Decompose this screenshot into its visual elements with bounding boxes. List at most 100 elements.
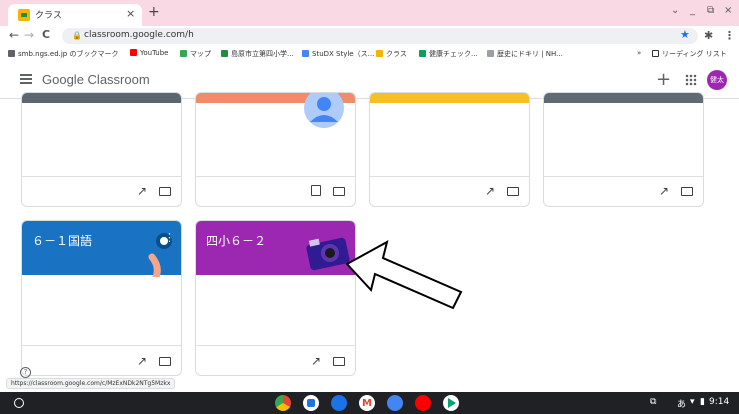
reload-button[interactable]: C [42, 28, 50, 41]
card-divider [196, 176, 355, 177]
bookmarks-bar: smb.ngs.ed.jp のブックマーク YouTube マップ 島原市立第四… [0, 46, 739, 62]
gmail-icon[interactable]: M [359, 395, 375, 411]
card-actions: ↗ [647, 184, 693, 198]
battery-icon[interactable]: ▮ [700, 397, 705, 407]
card-actions: ↗ [473, 184, 519, 198]
card-divider [22, 176, 181, 177]
help-icon[interactable]: ? [20, 367, 31, 378]
card-divider [196, 345, 355, 346]
class-card[interactable] [195, 92, 356, 207]
bookmark-item[interactable]: 健康チェック... [419, 49, 478, 59]
bookmark-item[interactable]: YouTube [130, 49, 168, 57]
bookmark-item[interactable]: 歴史にドキリ | NH... [487, 49, 563, 59]
add-class-icon[interactable]: + [656, 69, 671, 90]
class-card-japanese[interactable]: ６－１国語 ⋮ ↗ [21, 220, 182, 376]
trending-up-icon[interactable]: ↗ [311, 354, 321, 368]
youtube-icon[interactable] [415, 395, 431, 411]
folder-icon[interactable] [333, 357, 345, 366]
class-card-6-2[interactable]: 四小６－２ ↗ [195, 220, 356, 376]
classroom-icon [376, 50, 383, 57]
class-card-title[interactable]: ６－１国語 [32, 232, 92, 249]
card-divider [370, 176, 529, 177]
drop-icon [302, 50, 309, 57]
card-actions: ↗ [125, 354, 171, 368]
avatar[interactable]: 健太 [707, 70, 727, 90]
launcher-icon[interactable] [14, 398, 24, 408]
meet-icon[interactable] [303, 395, 319, 411]
youtube-icon [130, 49, 137, 56]
url-text: classroom.google.com/h [84, 30, 194, 40]
trending-up-icon[interactable]: ↗ [137, 184, 147, 198]
card-actions: ↗ [125, 184, 171, 198]
class-card-title[interactable]: 四小６－２ [206, 232, 266, 249]
browser-menu-icon[interactable]: ⋮ [724, 29, 735, 42]
banner-illustration-icon [148, 233, 172, 277]
forms-icon [419, 50, 426, 57]
tab-close-button[interactable]: × [126, 7, 135, 20]
bookmark-star-icon[interactable]: ★ [680, 28, 690, 41]
bookmark-item[interactable]: 島原市立第四小学... [221, 49, 294, 59]
address-bar[interactable]: 🔒 classroom.google.com/h ★ [62, 28, 698, 44]
browser-toolbar: ← → C 🔒 classroom.google.com/h ★ ✱ ⋮ [0, 26, 739, 46]
card-more-icon[interactable]: ⋮ [164, 231, 175, 244]
trending-up-icon[interactable]: ↗ [137, 354, 147, 368]
class-card-banner [544, 93, 703, 103]
tab-search-icon[interactable]: ⌄ [671, 5, 679, 16]
docs-icon[interactable] [387, 395, 403, 411]
folder-icon[interactable] [507, 187, 519, 196]
class-card[interactable]: ↗ [369, 92, 530, 207]
bookmarks-overflow-button[interactable]: » [637, 49, 641, 57]
os-shelf: M ⧉ あ ▾ ▮ 9:14 [0, 392, 739, 414]
pointer-arrow-icon [345, 240, 463, 310]
gradebook-icon[interactable] [311, 185, 321, 196]
folder-icon[interactable] [681, 187, 693, 196]
classroom-logo[interactable]: Google Classroom [42, 72, 150, 87]
folder-icon[interactable] [333, 187, 345, 196]
nhk-icon [487, 50, 494, 57]
reading-list-button[interactable]: リーディング リスト [652, 49, 727, 59]
card-actions: ↗ [299, 354, 345, 368]
files-icon[interactable] [331, 395, 347, 411]
google-apps-icon[interactable] [685, 74, 697, 86]
minimize-button[interactable]: _ [690, 5, 695, 16]
sheet-icon [221, 50, 228, 57]
trending-up-icon[interactable]: ↗ [659, 184, 669, 198]
lock-icon: 🔒 [72, 31, 82, 40]
maps-icon [180, 50, 187, 57]
folder-icon[interactable] [159, 187, 171, 196]
ime-indicator[interactable]: あ [677, 397, 686, 410]
clock[interactable]: 9:14 [709, 397, 729, 407]
teacher-avatar-icon [304, 93, 344, 128]
play-store-icon[interactable] [443, 395, 459, 411]
browser-tab-classes[interactable]: クラス × [8, 4, 142, 26]
folder-icon [8, 50, 15, 57]
folder-icon[interactable] [159, 357, 171, 366]
main-menu-icon[interactable] [20, 74, 32, 84]
wifi-icon[interactable]: ▾ [690, 397, 695, 407]
card-divider [544, 176, 703, 177]
screen-capture-icon[interactable]: ⧉ [650, 397, 656, 407]
bookmark-item[interactable]: smb.ngs.ed.jp のブックマーク [8, 49, 118, 59]
restore-button[interactable]: ⧉ [707, 5, 714, 16]
card-actions [299, 184, 345, 198]
bookmark-item[interactable]: クラス [376, 49, 407, 59]
new-tab-button[interactable]: + [148, 4, 160, 20]
reading-list-icon [652, 50, 659, 57]
chrome-icon[interactable] [275, 395, 291, 411]
bookmark-item[interactable]: マップ [180, 49, 211, 59]
extensions-icon[interactable]: ✱ [704, 29, 713, 42]
link-status-bar: https://classroom.google.com/c/MzExNDk2N… [6, 378, 176, 389]
class-card[interactable]: ↗ [21, 92, 182, 207]
classroom-favicon-icon [18, 9, 30, 21]
trending-up-icon[interactable]: ↗ [485, 184, 495, 198]
forward-button[interactable]: → [24, 28, 34, 42]
tab-strip: クラス × + ⌄ _ ⧉ × [0, 0, 739, 26]
close-window-button[interactable]: × [724, 5, 732, 16]
class-card[interactable]: ↗ [543, 92, 704, 207]
class-card-banner [370, 93, 529, 103]
card-divider [22, 345, 181, 346]
class-card-banner [22, 93, 181, 103]
bookmark-item[interactable]: StuDX Style（ス... [302, 49, 374, 59]
back-button[interactable]: ← [9, 28, 19, 42]
tab-title: クラス [35, 11, 62, 21]
